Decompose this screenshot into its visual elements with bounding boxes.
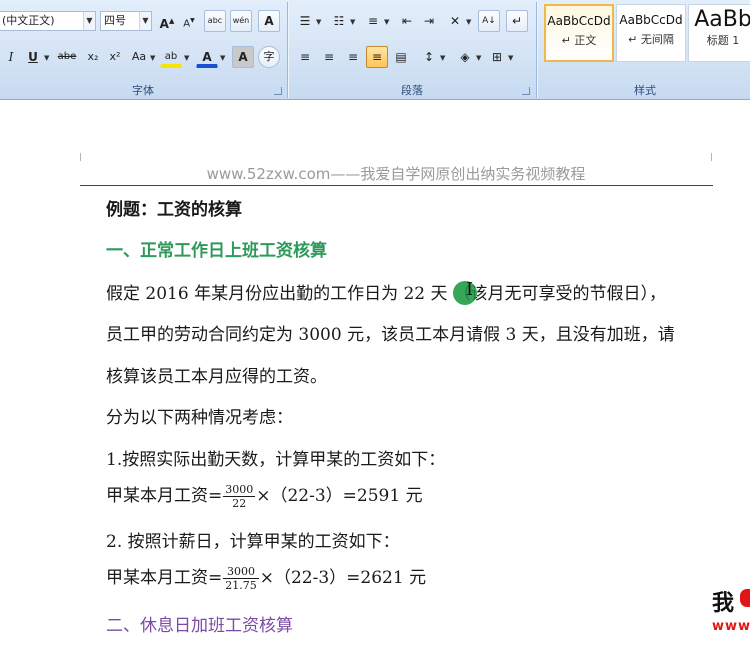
logo-url: www (712, 619, 750, 634)
header-rule (80, 185, 713, 186)
paragraph-line[interactable]: 分为以下两种情况考虑： (106, 403, 293, 428)
chevron-down-icon[interactable]: ▼ (83, 12, 95, 30)
case-1-line[interactable]: 1.按照实际出勤天数，计算甲某的工资如下： (106, 445, 445, 470)
ribbon: (中文正文) ▼ 四号 ▼ A▲ A▼ abc wén A I U ▼ abe … (0, 0, 750, 100)
highlight-button[interactable]: ab (160, 46, 182, 68)
font-size-combo[interactable]: 四号 ▼ (100, 11, 152, 31)
italic-button[interactable]: I (0, 46, 22, 68)
distributed-icon[interactable]: ▤ (390, 46, 412, 68)
chevron-down-icon[interactable]: ▼ (440, 54, 445, 62)
align-left-icon[interactable]: ≡ (294, 46, 316, 68)
chevron-down-icon[interactable]: ▼ (184, 54, 189, 62)
superscript-button[interactable]: x² (104, 46, 126, 68)
show-marks-button[interactable]: ↵ (506, 10, 528, 32)
dialog-launcher-icon[interactable] (274, 87, 282, 95)
group-separator (287, 2, 288, 98)
numbering-icon[interactable]: ☷ (328, 10, 350, 32)
chinese-layout-icon[interactable]: ✕ (444, 10, 466, 32)
text-run: （该月无可享受的节假日）， (453, 284, 667, 304)
char-border-button[interactable]: A (258, 10, 280, 32)
document-page[interactable]: www.52zxw.com——我爱自学网原创出纳实务视频教程 例题：工资的核算 … (0, 101, 750, 649)
page-header[interactable]: www.52zxw.com——我爱自学网原创出纳实务视频教程 (80, 163, 712, 184)
increase-indent-icon[interactable]: ⇥ (418, 10, 440, 32)
paragraph-group-label: 段落 (401, 84, 423, 97)
group-separator (536, 2, 537, 98)
crop-mark (80, 153, 81, 161)
change-case-button[interactable]: Aa (128, 46, 150, 68)
chevron-down-icon[interactable]: ▼ (220, 54, 225, 62)
chevron-down-icon[interactable]: ▼ (466, 18, 471, 26)
multilevel-list-icon[interactable]: ≡ (362, 10, 384, 32)
text-run: 假定 2016 年某月份应出勤的工作日为 22 天 (106, 284, 448, 304)
formula-suffix: ×（22-3）=2621 元 (259, 568, 427, 588)
chevron-down-icon[interactable]: ▼ (316, 18, 321, 26)
underline-button[interactable]: U (22, 46, 44, 68)
paragraph-line[interactable]: 核算该员工本月应得的工资。 (106, 362, 327, 387)
decrease-indent-icon[interactable]: ⇤ (396, 10, 418, 32)
font-name-value: (中文正文) (2, 14, 55, 27)
section-heading-1[interactable]: 一、正常工作日上班工资核算 (106, 236, 327, 261)
formula-2[interactable]: 甲某本月工资= 3000 21.75 ×（22-3）=2621 元 (106, 563, 426, 592)
chevron-down-icon[interactable]: ▼ (150, 54, 155, 62)
enclose-char-button[interactable]: 字 (258, 46, 280, 68)
formula-1[interactable]: 甲某本月工资= 3000 22 ×（22-3）=2591 元 (106, 481, 423, 510)
chevron-down-icon[interactable]: ▼ (44, 54, 49, 62)
chevron-down-icon[interactable]: ▼ (139, 12, 151, 30)
formula-prefix: 甲某本月工资= (106, 568, 223, 588)
doc-title[interactable]: 例题：工资的核算 (106, 195, 242, 220)
paragraph-line[interactable]: 员工甲的劳动合同约定为 3000 元，该员工本月请假 3 天，且没有加班，请 (106, 320, 675, 345)
fraction: 3000 22 (223, 483, 256, 510)
grow-font-button[interactable]: A▲ (156, 10, 178, 32)
click-indicator (453, 281, 477, 305)
clear-format-button[interactable]: abc (204, 10, 226, 32)
styles-group: 样式 (540, 0, 750, 100)
shrink-font-button[interactable]: A▼ (178, 10, 200, 32)
justify-icon[interactable]: ≡ (366, 46, 388, 68)
numerator: 3000 (223, 483, 256, 497)
sort-button[interactable]: A↓ (478, 10, 500, 32)
paragraph-line[interactable]: 假定 2016 年某月份应出勤的工作日为 22 天（该月无可享受的节假日）， (106, 279, 666, 304)
line-spacing-icon[interactable]: ↕ (418, 46, 440, 68)
styles-group-label: 样式 (634, 84, 656, 97)
align-right-icon[interactable]: ≡ (342, 46, 364, 68)
font-group-label: 字体 (132, 84, 154, 97)
watermark-logo: 我 www (710, 585, 750, 645)
font-group: (中文正文) ▼ 四号 ▼ A▲ A▼ abc wén A I U ▼ abe … (0, 0, 286, 100)
fraction: 3000 21.75 (223, 565, 259, 592)
logo-char: 我 (712, 591, 735, 616)
font-name-combo[interactable]: (中文正文) ▼ (0, 11, 96, 31)
section-heading-2[interactable]: 二、休息日加班工资核算 (106, 611, 293, 636)
crop-mark (711, 153, 712, 161)
phonetic-guide-button[interactable]: wén (230, 10, 252, 32)
chevron-down-icon[interactable]: ▼ (350, 18, 355, 26)
chevron-down-icon[interactable]: ▼ (384, 18, 389, 26)
denominator: 21.75 (225, 579, 257, 592)
strikethrough-button[interactable]: abe (54, 46, 80, 68)
case-2-line[interactable]: 2. 按照计薪日，计算甲某的工资如下： (106, 527, 400, 552)
shading-icon[interactable]: ◈ (454, 46, 476, 68)
numerator: 3000 (223, 565, 259, 579)
font-size-value: 四号 (104, 14, 126, 27)
heart-icon (740, 589, 750, 607)
formula-prefix: 甲某本月工资= (106, 486, 223, 506)
char-shading-button[interactable]: A (232, 46, 254, 68)
font-color-button[interactable]: A (196, 46, 218, 68)
chevron-down-icon[interactable]: ▼ (508, 54, 513, 62)
text-cursor-icon: I (466, 279, 474, 300)
dialog-launcher-icon[interactable] (522, 87, 530, 95)
paragraph-group: ☰ ▼ ☷ ▼ ≡ ▼ ⇤ ⇥ ✕ ▼ A↓ ↵ ≡ ≡ ≡ ≡ ▤ ↕ ▼ ◈… (290, 0, 534, 100)
chevron-down-icon[interactable]: ▼ (476, 54, 481, 62)
denominator: 22 (232, 497, 247, 510)
align-center-icon[interactable]: ≡ (318, 46, 340, 68)
formula-suffix: ×（22-3）=2591 元 (256, 486, 423, 506)
subscript-button[interactable]: x₂ (82, 46, 104, 68)
bullets-icon[interactable]: ☰ (294, 10, 316, 32)
borders-icon[interactable]: ⊞ (486, 46, 508, 68)
